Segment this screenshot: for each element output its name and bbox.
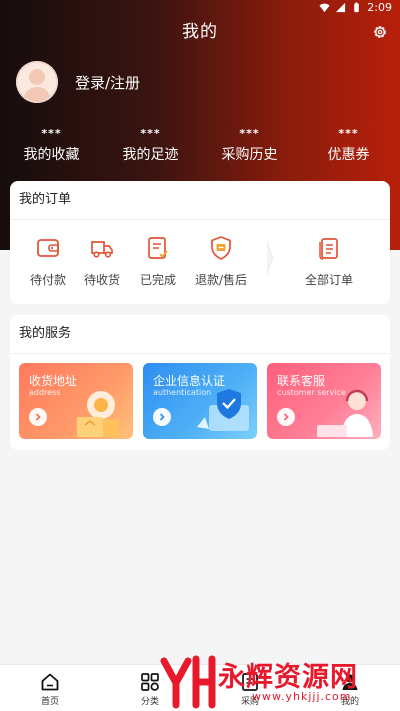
- order-refund-after-sales[interactable]: 退款/售后: [191, 235, 251, 288]
- user-stats-row: *** 我的收藏 *** 我的足迹 *** 采购历史 *** 优惠券: [0, 128, 400, 164]
- tab-mine[interactable]: 我的: [328, 672, 372, 707]
- stat-value: ***: [41, 127, 62, 140]
- stat-value: ***: [338, 127, 359, 140]
- category-grid-icon: [141, 673, 159, 691]
- order-status-label: 退款/售后: [194, 273, 248, 287]
- stat-label: 优惠券: [327, 147, 370, 163]
- login-register-link[interactable]: 登录/注册: [75, 72, 140, 93]
- order-status-label: 已完成: [139, 273, 176, 287]
- stat-value: ***: [239, 127, 260, 140]
- stat-value: ***: [140, 127, 161, 140]
- settings-gear-icon[interactable]: [372, 24, 388, 40]
- signal-icon: [336, 2, 346, 13]
- home-icon: [41, 673, 59, 691]
- tab-label: 分类: [140, 697, 159, 707]
- verified-shield-illustration-icon: [197, 389, 249, 431]
- stat-coupons[interactable]: *** 优惠券: [299, 128, 398, 164]
- after-sales-shield-icon: [211, 236, 231, 260]
- status-bar: 2:09: [0, 0, 400, 16]
- tab-label: 采购: [240, 697, 259, 707]
- document-list-icon: [319, 238, 338, 260]
- services-card: 我的服务 收货地址 address 企业信息认证 authentication: [10, 315, 390, 450]
- stat-label: 采购历史: [221, 147, 278, 163]
- tab-category[interactable]: 分类: [128, 672, 172, 707]
- tab-label: 我的: [340, 697, 359, 707]
- address-illustration-icon: [77, 391, 119, 437]
- truck-icon: [91, 241, 113, 258]
- battery-icon: [354, 2, 360, 13]
- bottom-tab-bar: 首页 分类 采购 我的: [0, 664, 400, 711]
- user-icon: [342, 674, 358, 690]
- arrow-right-icon: [277, 408, 295, 426]
- stat-label: 我的足迹: [122, 147, 179, 163]
- arrow-right-icon: [29, 408, 47, 426]
- service-customer-service[interactable]: 联系客服 customer service: [267, 363, 381, 439]
- order-pending-receipt[interactable]: 待收货: [72, 235, 132, 288]
- wallet-icon: [37, 239, 59, 257]
- avatar[interactable]: [16, 61, 58, 103]
- services-row: 收货地址 address 企业信息认证 authentication 联系客服 …: [10, 354, 390, 450]
- all-orders-link[interactable]: 全部订单: [299, 235, 359, 288]
- service-address[interactable]: 收货地址 address: [19, 363, 133, 439]
- profile-section: 登录/注册: [16, 61, 140, 103]
- all-orders-label: 全部订单: [304, 273, 353, 287]
- orders-card-title: 我的订单: [10, 181, 390, 220]
- stat-footprints[interactable]: *** 我的足迹: [101, 128, 200, 164]
- order-status-label: 待付款: [29, 273, 66, 287]
- order-pending-payment[interactable]: 待付款: [18, 235, 78, 288]
- order-status-label: 待收货: [83, 273, 120, 287]
- support-agent-illustration-icon: [317, 389, 373, 437]
- page-title: 我的: [182, 22, 218, 42]
- orders-status-row: 待付款 待收货 已完成 退款/售后 全部订单: [10, 220, 390, 304]
- arrow-right-icon: [153, 408, 171, 426]
- order-completed[interactable]: 已完成: [128, 235, 188, 288]
- stat-favorites[interactable]: *** 我的收藏: [2, 128, 101, 164]
- tab-home[interactable]: 首页: [28, 672, 72, 707]
- checklist-icon: [148, 237, 168, 259]
- wifi-icon: [319, 3, 330, 13]
- services-card-title: 我的服务: [10, 315, 390, 354]
- tab-label: 首页: [40, 697, 59, 707]
- top-navbar: 我的: [0, 18, 400, 46]
- tab-purchase[interactable]: 采购: [228, 672, 272, 707]
- purchase-list-icon: [242, 673, 258, 691]
- status-time: 2:09: [367, 1, 392, 14]
- stat-label: 我的收藏: [23, 147, 80, 163]
- service-subtitle: address: [29, 388, 61, 397]
- stat-purchase-history[interactable]: *** 采购历史: [200, 128, 299, 164]
- service-enterprise-authentication[interactable]: 企业信息认证 authentication: [143, 363, 257, 439]
- default-avatar-icon: [16, 61, 58, 103]
- divider-arrow-icon: [266, 241, 274, 275]
- orders-card: 我的订单 待付款 待收货 已完成 退款/售后 全部订单: [10, 181, 390, 304]
